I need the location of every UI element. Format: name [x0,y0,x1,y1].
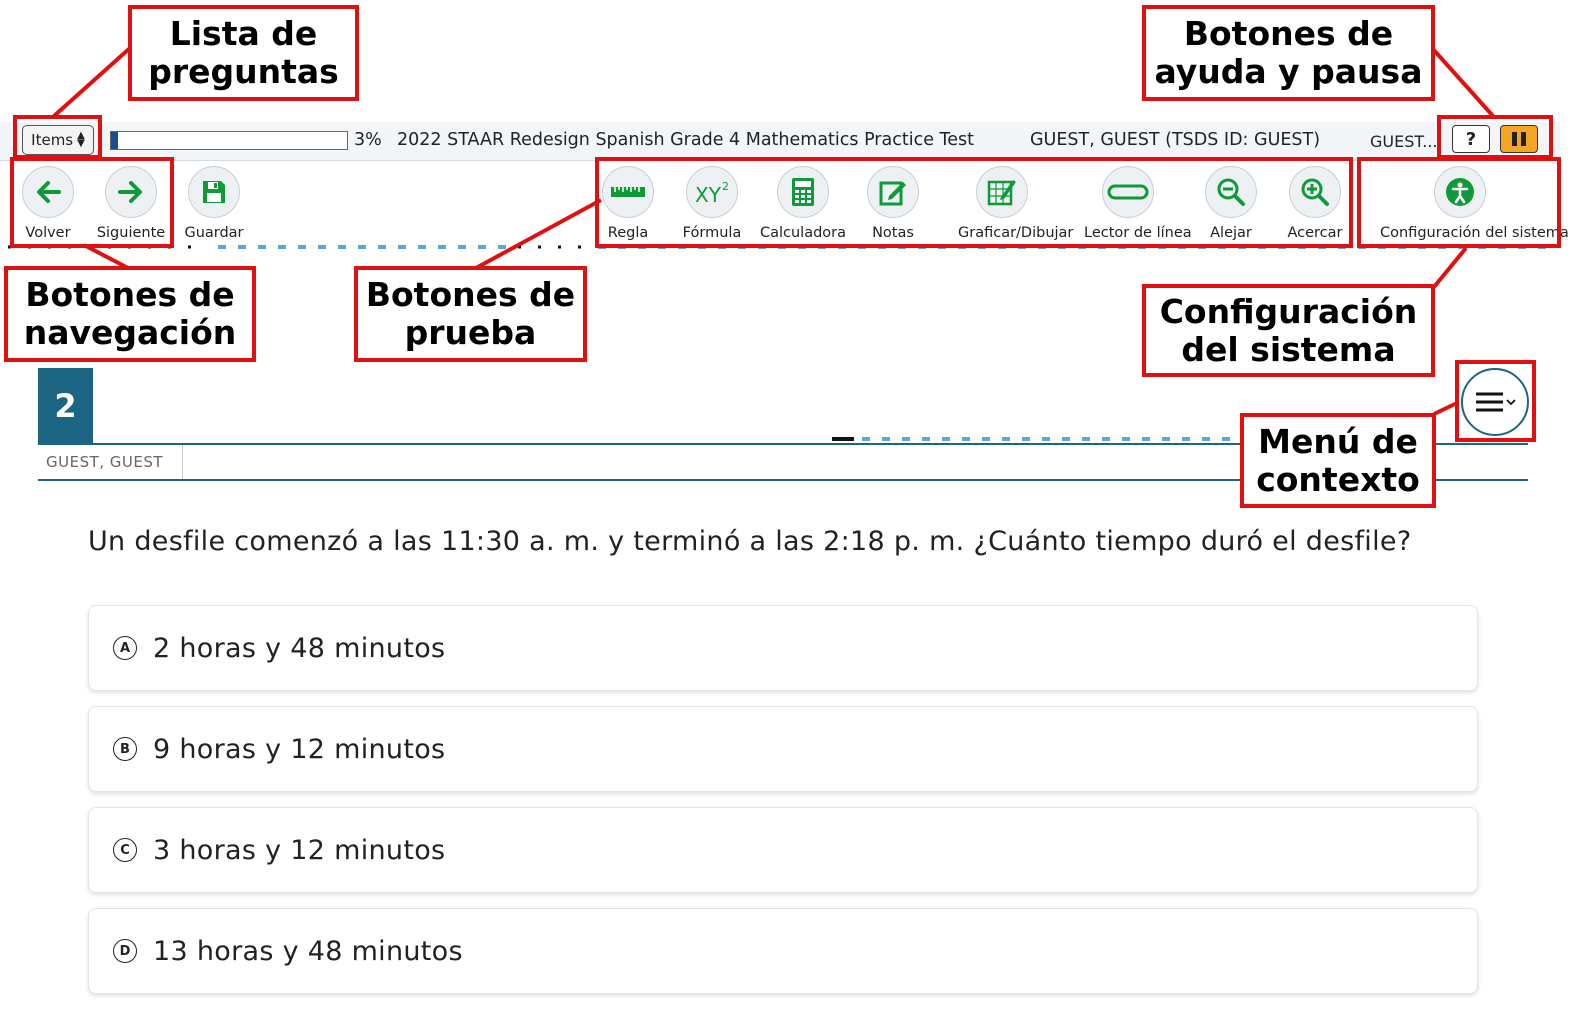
answer-option-b[interactable]: B 9 horas y 12 minutos [88,706,1478,792]
progress-bar [110,131,348,150]
option-letter-icon: C [113,838,137,862]
callout-context-menu: Menú de contexto [1240,413,1436,508]
item-progress-dots-secondary [832,437,1252,441]
option-text: 2 horas y 48 minutos [153,632,446,664]
annotation-settings-highlight [1357,157,1561,248]
callout-system-settings: Configuración del sistema [1142,284,1435,377]
callout-test-tools-text: Botones de prueba [365,275,576,352]
save-disk-icon [188,166,240,218]
callout-context-menu-text: Menú de contexto [1256,421,1420,499]
option-letter-icon: A [113,636,137,660]
session-id: GUEST... [1370,132,1438,151]
callout-help-pause: Botones de ayuda y pausa [1142,5,1435,101]
option-letter-icon: D [113,939,137,963]
option-text: 3 horas y 12 minutos [153,834,446,866]
annotation-help-pause-highlight [1437,115,1553,159]
answer-option-c[interactable]: C 3 horas y 12 minutos [88,807,1478,893]
callout-system-settings-text: Configuración del sistema [1159,291,1418,369]
answer-option-d[interactable]: D 13 horas y 48 minutos [88,908,1478,994]
annotation-tools-highlight [595,157,1353,248]
save-button[interactable]: Guardar [170,166,258,241]
callout-navigation: Botones de navegación [4,266,256,362]
callout-test-tools: Botones de prueba [354,266,587,362]
option-text: 9 horas y 12 minutos [153,733,446,765]
annotation-items-highlight [13,115,102,159]
annotation-context-menu-highlight [1455,360,1536,442]
callout-items-list: Lista de preguntas [128,5,359,101]
callout-help-pause-text: Botones de ayuda y pausa [1154,14,1423,91]
question-stem: Un desfile comenzó a las 11:30 a. m. y t… [88,526,1412,557]
student-tab: GUEST, GUEST [38,445,183,479]
callout-items-list-text: Lista de preguntas [148,14,339,91]
save-label: Guardar [184,225,244,241]
option-text: 13 horas y 48 minutos [153,935,463,967]
student-name: GUEST, GUEST (TSDS ID: GUEST) [1030,130,1321,150]
answer-option-a[interactable]: A 2 horas y 48 minutos [88,605,1478,691]
callout-navigation-text: Botones de navegación [23,275,237,352]
annotation-navigation-highlight [10,157,174,248]
question-number: 2 [38,368,93,443]
progress-bar-fill [111,132,119,149]
progress-percent: 3% [354,130,382,150]
option-letter-icon: B [113,737,137,761]
test-title: 2022 STAAR Redesign Spanish Grade 4 Math… [397,130,974,150]
